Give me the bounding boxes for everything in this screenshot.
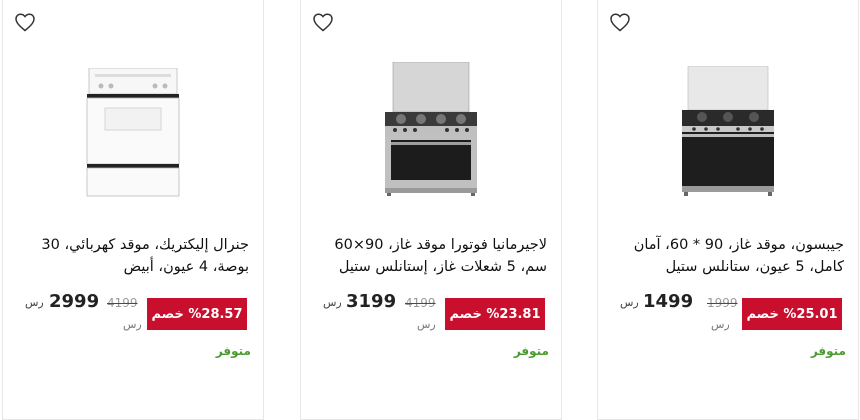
wishlist-heart-icon[interactable] <box>311 10 335 34</box>
discount-badge: %23.81 خصم <box>445 298 545 330</box>
gas-stove-steel-image[interactable] <box>680 66 776 196</box>
product-title[interactable]: جيبسون، موقد غاز، 90 * 60، آمان كامل، 5 … <box>608 234 844 278</box>
discount-badge: %25.01 خصم <box>742 298 842 330</box>
product-title[interactable]: جنرال إليكتريك، موقد كهربائي، 30 بوصة، 4… <box>13 234 249 278</box>
wishlist-heart-icon[interactable] <box>608 10 632 34</box>
wishlist-heart-icon[interactable] <box>13 10 37 34</box>
old-price-currency: رس <box>711 318 730 331</box>
discount-badge: %28.57 خصم <box>147 298 247 330</box>
old-price: 1999 <box>707 296 738 310</box>
current-price: 1499 <box>643 291 694 312</box>
old-price: 4199 <box>107 296 138 310</box>
stock-status: متوفر <box>215 344 251 358</box>
current-price: 2999 <box>49 291 100 312</box>
current-price: 3199 <box>346 291 397 312</box>
old-price-currency: رس <box>123 318 142 331</box>
product-card[interactable]: جنرال إليكتريك، موقد كهربائي، 30 بوصة، 4… <box>2 0 264 420</box>
product-card[interactable]: جيبسون، موقد غاز، 90 * 60، آمان كامل، 5 … <box>597 0 859 420</box>
old-price: 4199 <box>405 296 436 310</box>
product-title[interactable]: لاجيرمانيا فوتورا موقد غاز، 90×60 سم، 5 … <box>311 234 547 278</box>
stock-status: متوفر <box>513 344 549 358</box>
price-currency: رس <box>323 296 342 309</box>
old-price-currency: رس <box>417 318 436 331</box>
price-currency: رس <box>25 296 44 309</box>
gas-stove-steel-image[interactable] <box>383 62 479 196</box>
price-currency: رس <box>620 296 639 309</box>
electric-stove-white-image[interactable] <box>85 68 181 198</box>
product-card[interactable]: لاجيرمانيا فوتورا موقد غاز، 90×60 سم، 5 … <box>300 0 562 420</box>
stock-status: متوفر <box>810 344 846 358</box>
